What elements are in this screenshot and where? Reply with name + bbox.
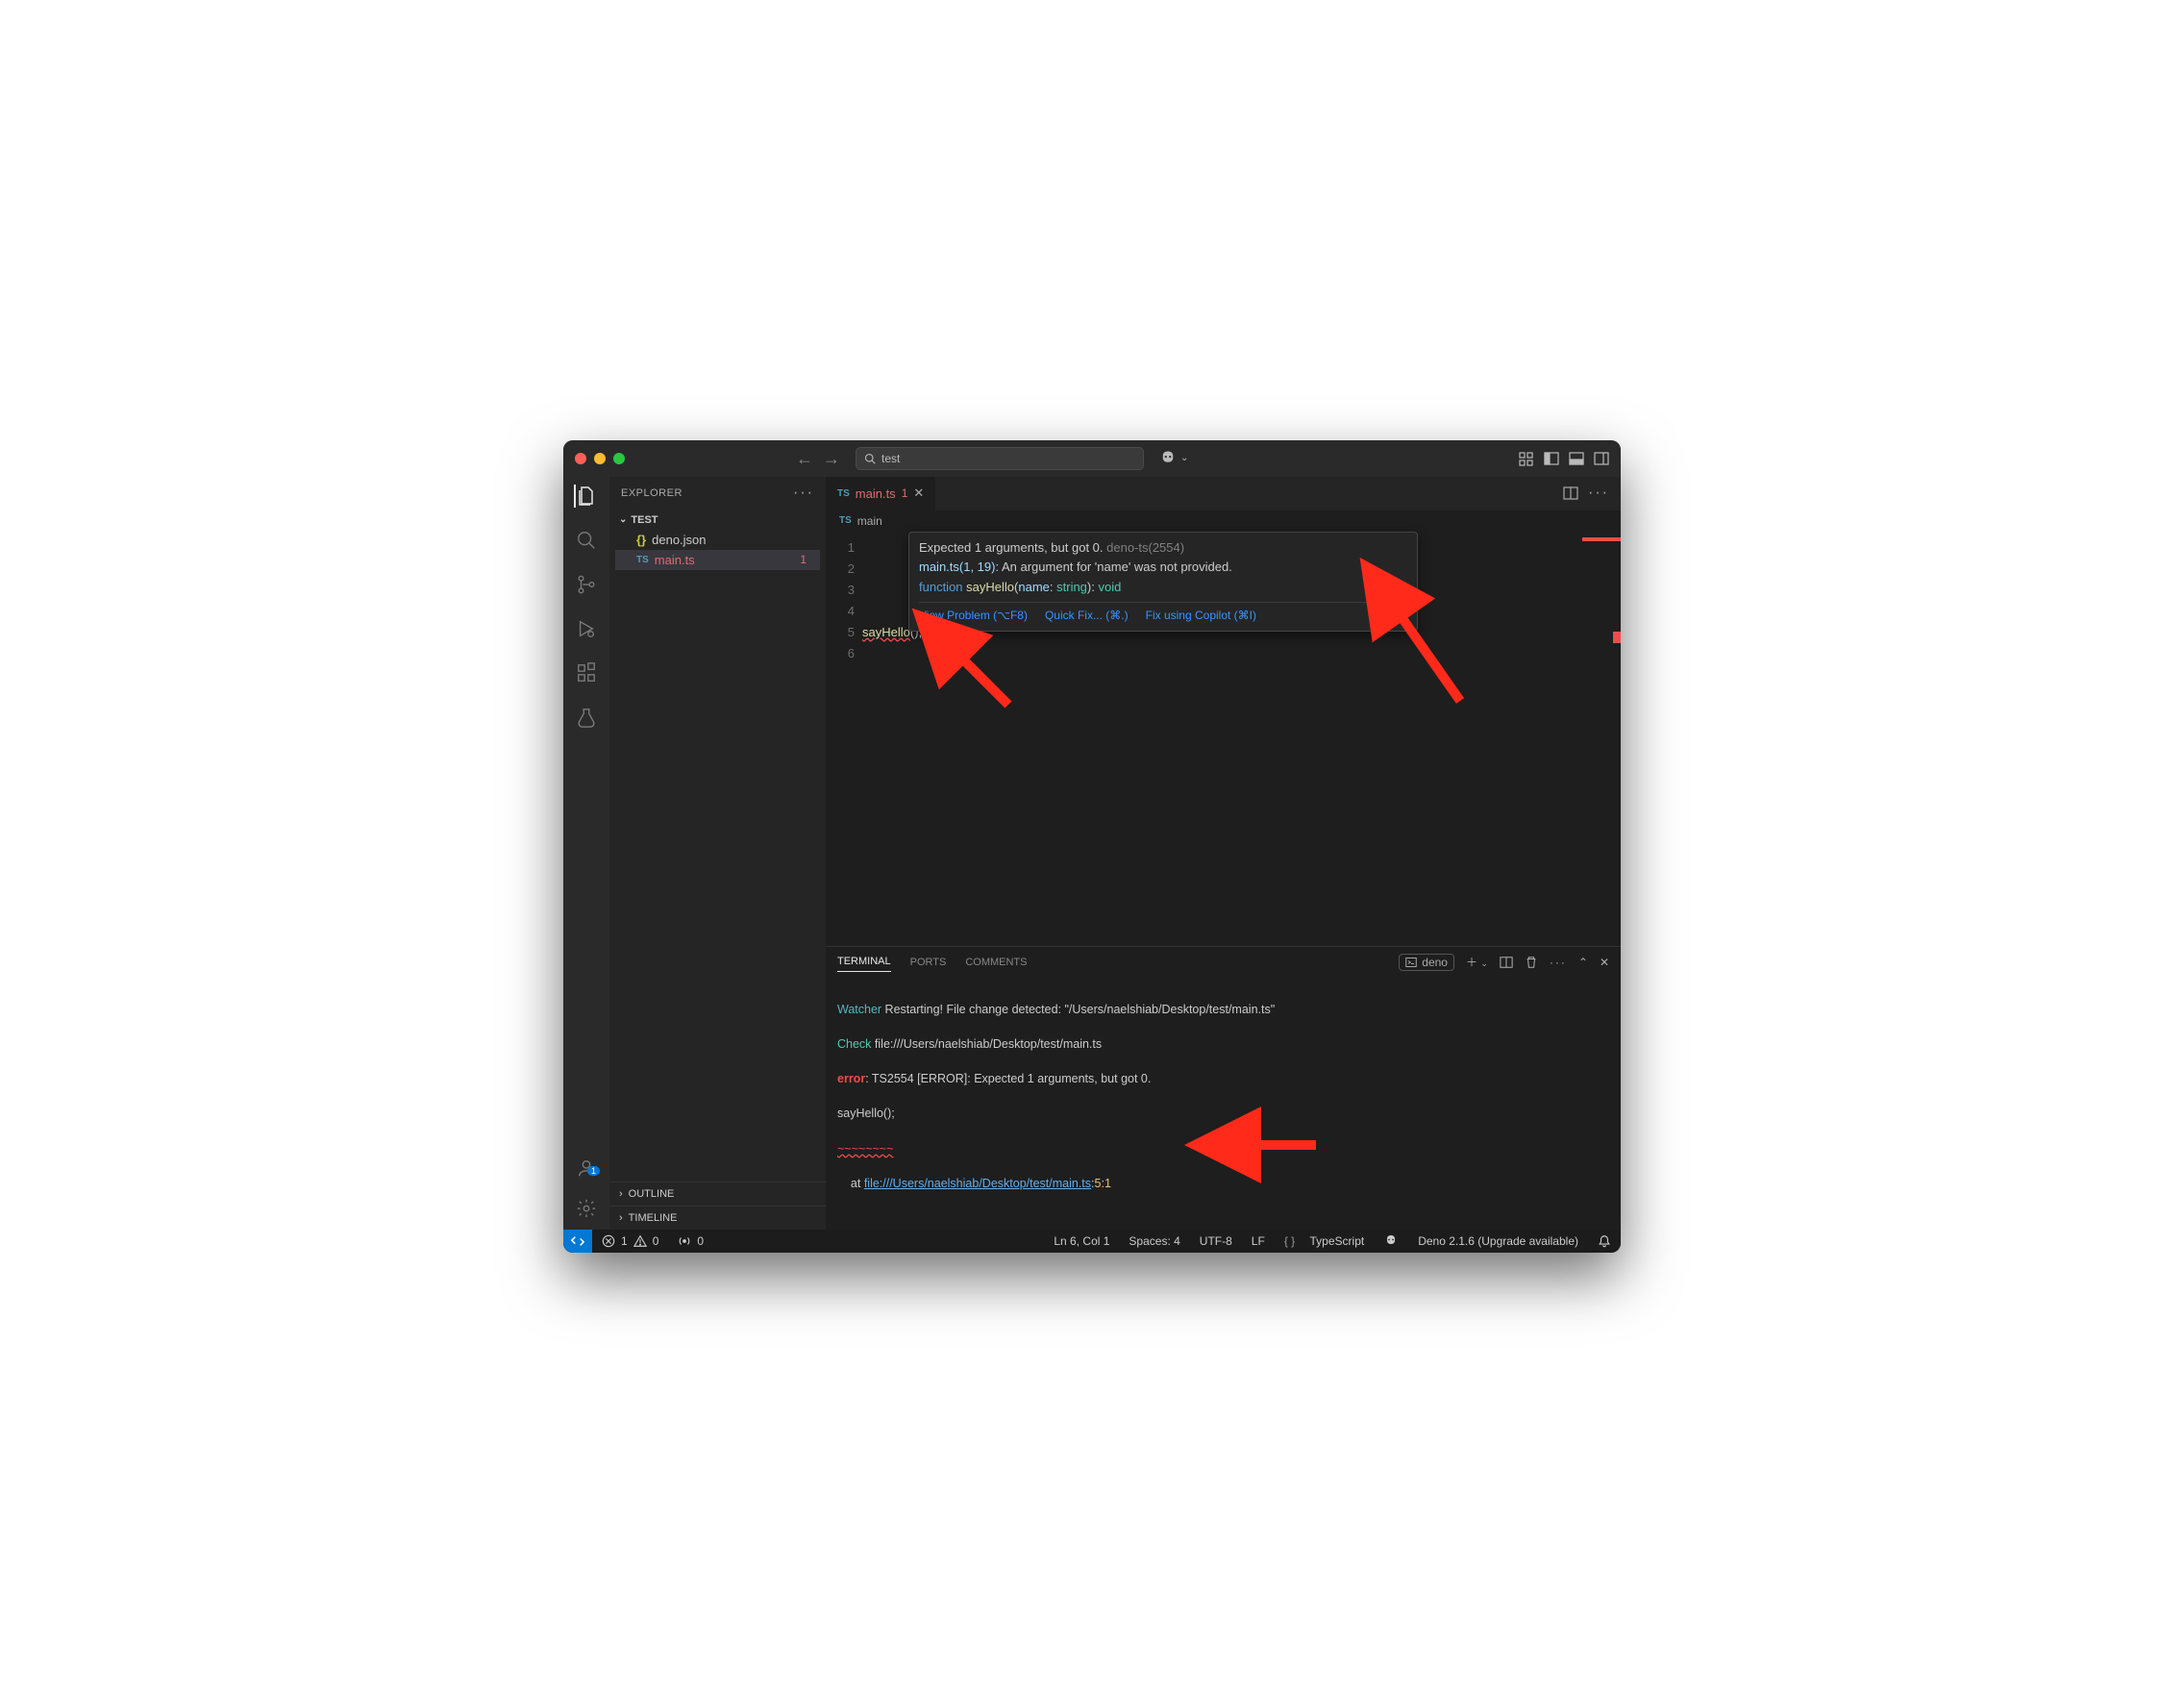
window-close-button[interactable] <box>575 453 586 464</box>
close-panel-button[interactable]: ✕ <box>1600 956 1609 969</box>
problems-status[interactable]: 1 0 <box>592 1234 668 1248</box>
sidebar-title: EXPLORER <box>621 487 682 499</box>
testing-view-button[interactable] <box>575 706 598 729</box>
annotation-arrow <box>941 637 1018 714</box>
close-tab-button[interactable]: ✕ <box>913 485 924 501</box>
activity-bar: 1 <box>563 477 609 1230</box>
tab-file-name: main.ts <box>856 486 896 501</box>
settings-button[interactable] <box>575 1197 598 1220</box>
timeline-section-header[interactable]: › TIMELINE <box>609 1206 826 1230</box>
diagnostic-hover-popup: Expected 1 arguments, but got 0. deno-ts… <box>908 532 1418 633</box>
annotation-arrow <box>1234 1091 1321 1200</box>
editor-more-button[interactable]: ··· <box>1588 485 1609 502</box>
window-minimize-button[interactable] <box>594 453 606 464</box>
editor-tab-main-ts[interactable]: TS main.ts 1 ✕ <box>826 477 936 510</box>
layout-customize-icon[interactable] <box>1519 451 1534 466</box>
view-problem-link[interactable]: View Problem (⌥F8) <box>919 607 1028 625</box>
notifications-button[interactable] <box>1588 1233 1621 1249</box>
ts-file-icon: TS <box>837 488 850 499</box>
panel-tab-ports[interactable]: PORTS <box>910 953 947 972</box>
terminal-icon <box>1405 957 1417 968</box>
tab-error-count: 1 <box>902 486 908 500</box>
json-file-icon: {} <box>636 533 646 547</box>
panel-tab-terminal[interactable]: TERMINAL <box>837 952 891 972</box>
code-function-call: sayHello <box>862 625 910 639</box>
chevron-down-icon: ⌄ <box>619 514 627 525</box>
encoding-status[interactable]: UTF-8 <box>1190 1233 1242 1249</box>
breadcrumb-text: main <box>857 514 882 528</box>
titlebar: ← → test ⌄ <box>563 440 1621 477</box>
copilot-icon <box>1159 450 1177 467</box>
minimap[interactable] <box>1553 532 1621 946</box>
copilot-icon <box>1383 1233 1399 1249</box>
copilot-menu[interactable]: ⌄ <box>1159 450 1188 467</box>
deno-status[interactable]: Deno 2.1.6 (Upgrade available) <box>1408 1233 1588 1249</box>
source-control-view-button[interactable] <box>575 573 598 596</box>
search-view-button[interactable] <box>575 529 598 552</box>
file-error-count: 1 <box>800 553 812 566</box>
editor-content[interactable]: sayHello(); Expected 1 arguments, but go… <box>862 532 1553 946</box>
chevron-right-icon: › <box>619 1188 623 1200</box>
cursor-position-status[interactable]: Ln 6, Col 1 <box>1044 1233 1119 1249</box>
chevron-right-icon: › <box>619 1212 623 1224</box>
eol-status[interactable]: LF <box>1242 1233 1275 1249</box>
search-value: test <box>881 452 900 465</box>
panel-more-button[interactable]: ··· <box>1550 956 1567 969</box>
file-item-deno-json[interactable]: {} deno.json <box>615 530 820 550</box>
toggle-sidebar-icon[interactable] <box>1544 451 1559 466</box>
split-editor-button[interactable] <box>1563 485 1578 501</box>
ts-file-icon: TS <box>636 555 649 565</box>
editor-group: TS main.ts 1 ✕ ··· TS main 1 2 3 <box>826 477 1621 1230</box>
chevron-down-icon: ⌄ <box>1180 453 1188 463</box>
bottom-panel: TERMINAL PORTS COMMENTS deno ＋ ⌄ ··· ⌃ ✕ <box>826 946 1621 1230</box>
sidebar: EXPLORER ··· ⌄ TEST {} deno.json TS main… <box>609 477 826 1230</box>
broadcast-icon <box>678 1234 691 1248</box>
panel-tab-comments[interactable]: COMMENTS <box>965 953 1027 972</box>
quick-fix-link[interactable]: Quick Fix... (⌘.) <box>1045 607 1129 625</box>
breadcrumb[interactable]: TS main <box>826 510 1621 532</box>
run-debug-view-button[interactable] <box>575 617 598 640</box>
nav-forward-button[interactable]: → <box>823 450 840 467</box>
editor-gutter: 1 2 3 4 5 6 <box>826 532 862 946</box>
folder-section-header[interactable]: ⌄ TEST <box>615 510 820 530</box>
remote-icon <box>571 1234 584 1248</box>
extensions-view-button[interactable] <box>575 661 598 684</box>
status-bar: 1 0 0 Ln 6, Col 1 Spaces: 4 UTF-8 LF { }… <box>563 1230 1621 1253</box>
explorer-more-button[interactable]: ··· <box>793 485 814 502</box>
window-zoom-button[interactable] <box>613 453 625 464</box>
toggle-secondary-sidebar-icon[interactable] <box>1594 451 1609 466</box>
fix-copilot-link[interactable]: Fix using Copilot (⌘I) <box>1146 607 1256 625</box>
new-terminal-button[interactable]: ＋ ⌄ <box>1466 954 1488 970</box>
file-name: main.ts <box>655 553 795 567</box>
warning-icon <box>633 1234 647 1248</box>
language-mode-status[interactable]: { } TypeScript <box>1275 1233 1374 1249</box>
outline-section-header[interactable]: › OUTLINE <box>609 1182 826 1206</box>
annotation-arrow <box>1383 595 1470 710</box>
accounts-button[interactable]: 1 <box>575 1157 598 1180</box>
toggle-panel-icon[interactable] <box>1569 451 1584 466</box>
split-terminal-button[interactable] <box>1500 956 1513 969</box>
explorer-view-button[interactable] <box>574 485 597 508</box>
terminal-task-selector[interactable]: deno <box>1399 954 1454 971</box>
maximize-panel-button[interactable]: ⌃ <box>1578 956 1588 969</box>
file-item-main-ts[interactable]: TS main.ts 1 <box>615 550 820 570</box>
indentation-status[interactable]: Spaces: 4 <box>1119 1233 1189 1249</box>
remote-button[interactable] <box>563 1230 592 1253</box>
file-name: deno.json <box>652 533 812 547</box>
terminal-output[interactable]: Watcher Restarting! File change detected… <box>826 978 1621 1230</box>
bell-icon <box>1598 1234 1611 1248</box>
ts-file-icon: TS <box>839 515 852 526</box>
nav-back-button[interactable]: ← <box>796 450 813 467</box>
port-status[interactable]: 0 <box>668 1234 713 1248</box>
accounts-badge: 1 <box>587 1166 600 1176</box>
copilot-status[interactable] <box>1374 1233 1408 1249</box>
kill-terminal-button[interactable] <box>1525 956 1538 969</box>
command-center-search[interactable]: test <box>856 447 1144 470</box>
error-icon <box>602 1234 615 1248</box>
search-icon <box>864 453 876 464</box>
editor-tabs: TS main.ts 1 ✕ ··· <box>826 477 1621 510</box>
